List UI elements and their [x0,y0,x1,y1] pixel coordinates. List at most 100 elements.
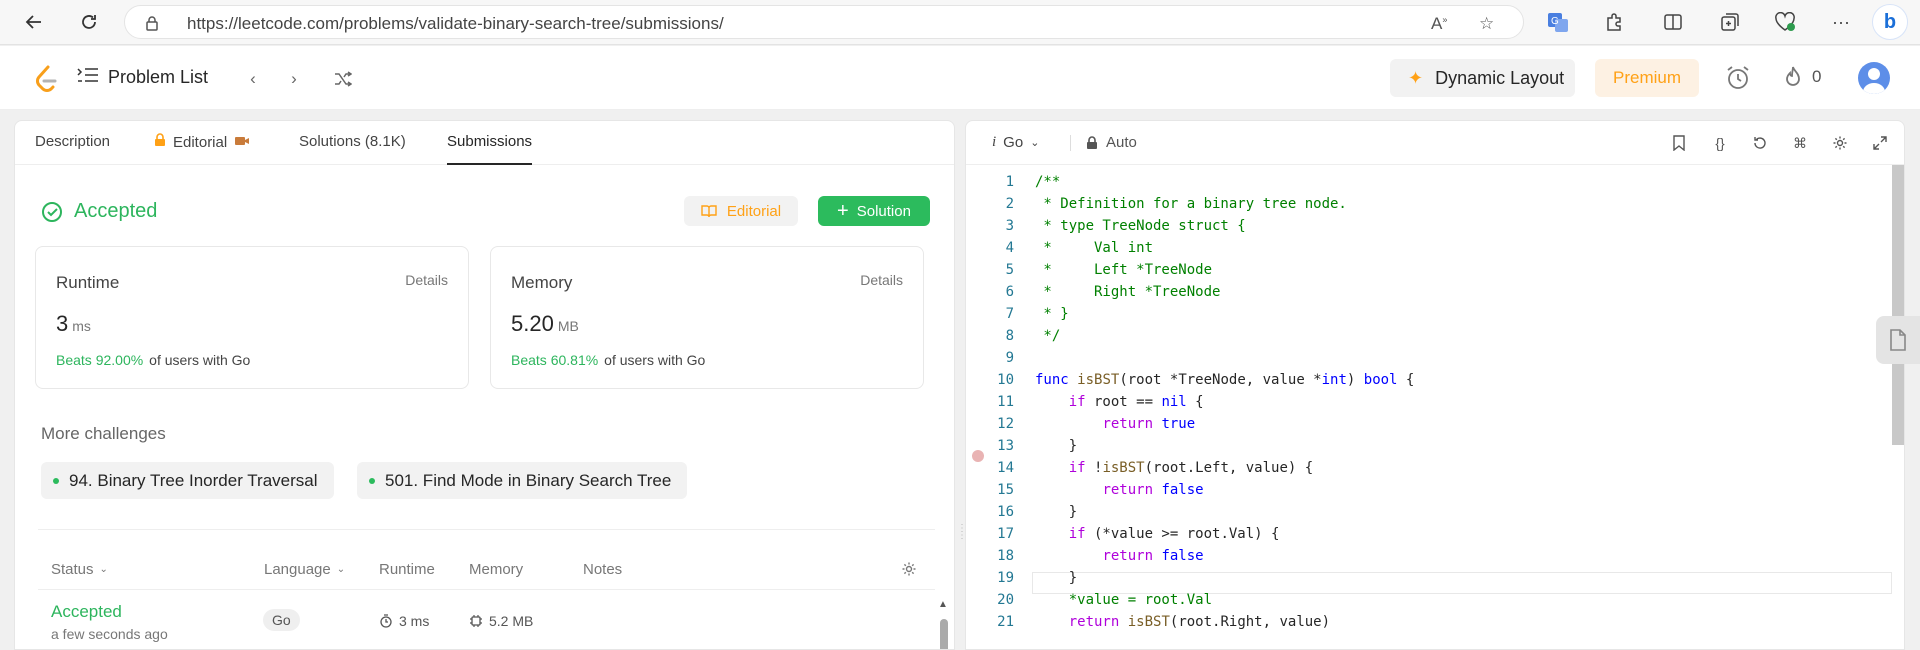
tab-editorial-label: Editorial [173,133,228,151]
split-screen-icon[interactable] [1660,9,1686,35]
gear-icon[interactable] [1830,133,1850,153]
dynamic-layout-button[interactable]: ✦ Dynamic Layout [1390,59,1575,97]
bing-icon[interactable]: b [1872,4,1908,40]
code-line[interactable]: 4 * Val int [966,240,1896,262]
row-status[interactable]: Accepted [51,602,122,622]
memory-card[interactable]: Memory Details 5.20 MB Beats 60.81% of use… [490,246,924,389]
code-line[interactable]: 12 return true [966,416,1896,438]
refresh-icon[interactable] [73,6,105,38]
divider [38,589,935,590]
bookmark-icon[interactable] [1669,133,1689,153]
submission-status: Accepted [41,200,157,223]
back-icon[interactable] [18,6,50,38]
code-line[interactable]: 8 */ [966,328,1896,350]
format-braces-icon[interactable]: {} [1710,133,1730,153]
read-aloud-icon[interactable]: A» [1431,14,1447,34]
memory-label: Memory [511,273,573,292]
line-number: 4 [1005,240,1014,256]
line-number: 14 [997,460,1014,476]
command-icon[interactable]: ⌘ [1790,133,1810,153]
problem-list-link[interactable]: Problem List [77,66,208,89]
code-line[interactable]: 15 return false [966,482,1896,504]
challenge-chip[interactable]: 501. Find Mode in Binary Search Tree [357,462,688,499]
chip-icon [470,615,482,627]
challenge-chip[interactable]: 94. Binary Tree Inorder Traversal [41,462,334,499]
next-problem-button[interactable]: › [280,65,308,93]
code-line[interactable]: 11 if root == nil { [966,394,1896,416]
editorial-button[interactable]: Editorial [684,196,798,226]
code-line[interactable]: 5 * Left *TreeNode [966,262,1896,284]
runtime-card[interactable]: Runtime Details 3 ms Beats 92.00% of users… [35,246,469,389]
shuffle-button[interactable] [329,65,357,93]
code-text: /** [1035,174,1061,190]
favorite-star-icon[interactable]: ☆ [1479,14,1494,34]
tab-solutions-label: Solutions (8.1K) [299,133,406,150]
extensions-icon[interactable] [1601,9,1627,35]
code-line[interactable]: 18 return false [966,548,1896,570]
check-circle-icon [42,201,62,222]
code-line[interactable]: 10 func isBST(root *TreeNode, value *int)… [966,372,1896,394]
health-icon[interactable] [1772,9,1798,35]
scrollbar[interactable] [940,619,948,649]
collections-icon[interactable] [1717,9,1743,35]
code-line[interactable]: 1 /** [966,174,1896,196]
tab-description[interactable]: Description [35,133,110,150]
note-float-button[interactable] [1876,316,1920,364]
memory-details-link[interactable]: Details [860,272,903,288]
streak-count: 0 [1812,67,1822,86]
code-line[interactable]: 13 } [966,438,1896,460]
code-line[interactable]: 14 if !isBST(root.Left, value) { [966,460,1896,482]
code-text: * Left *TreeNode [1035,262,1213,278]
maximize-icon[interactable] [1870,133,1890,153]
sparkle-icon: ✦ [1408,67,1424,88]
code-line[interactable]: 9 [966,350,1896,372]
auto-mode-toggle[interactable]: Auto [1086,134,1137,151]
avatar[interactable] [1858,62,1890,94]
header-runtime-label: Runtime [379,561,435,578]
tab-solutions[interactable]: Solutions (8.1K) [299,133,406,150]
code-line[interactable]: 3 * type TreeNode struct { [966,218,1896,240]
code-line[interactable]: 17 if (*value >= root.Val) { [966,526,1896,548]
code-text: return false [1102,482,1204,498]
prev-problem-button[interactable]: ‹ [239,65,267,93]
code-line[interactable]: 7 * } [966,306,1896,328]
header-status[interactable]: Status ⌄ [51,561,108,578]
table-settings-button[interactable] [901,561,917,577]
streak-counter[interactable]: 0 [1783,65,1821,89]
code-line[interactable]: 2 * Definition for a binary tree node. [966,196,1896,218]
address-bar[interactable]: https://leetcode.com/problems/validate-b… [124,5,1524,39]
more-icon[interactable]: ··· [1828,9,1854,35]
video-icon [234,134,250,151]
line-number: 5 [1005,262,1014,278]
translate-icon[interactable]: G [1545,9,1571,35]
line-number: 21 [997,614,1014,630]
url-text[interactable]: https://leetcode.com/problems/validate-b… [187,14,724,34]
memory-beats-suffix: of users with Go [604,352,706,368]
code-line[interactable]: 21 return isBST(root.Right, value) [966,614,1896,636]
line-number: 9 [1005,350,1014,366]
panel-resize-handle[interactable]: ⋮ ⋮ [957,524,967,541]
timer-icon [380,614,392,628]
language-select[interactable]: i Go ⌄ [992,134,1039,151]
tab-editorial[interactable]: Editorial [154,133,250,151]
lock-icon [154,133,166,151]
editor-scrollbar[interactable] [1892,165,1904,445]
code-line[interactable]: 19 } [966,570,1896,592]
row-runtime-value: 3 ms [399,613,430,629]
reset-icon[interactable] [1750,133,1770,153]
premium-button[interactable]: Premium [1595,59,1699,97]
code-line[interactable]: 20 *value = root.Val [966,592,1896,614]
header-language[interactable]: Language ⌄ [264,561,345,578]
scroll-up-arrow-icon[interactable]: ▲ [938,599,948,610]
tab-submissions[interactable]: Submissions [447,133,532,150]
header-language-label: Language [264,561,331,578]
solution-button[interactable]: + Solution [818,196,930,226]
code-line[interactable]: 6 * Right *TreeNode [966,284,1896,306]
runtime-details-link[interactable]: Details [405,272,448,288]
chevron-left-icon: ‹ [250,69,256,88]
code-line[interactable]: 16 } [966,504,1896,526]
line-number: 13 [997,438,1014,454]
leetcode-logo-icon[interactable] [34,65,58,98]
alarm-clock-icon[interactable] [1725,65,1751,96]
header-memory: Memory [469,561,523,578]
